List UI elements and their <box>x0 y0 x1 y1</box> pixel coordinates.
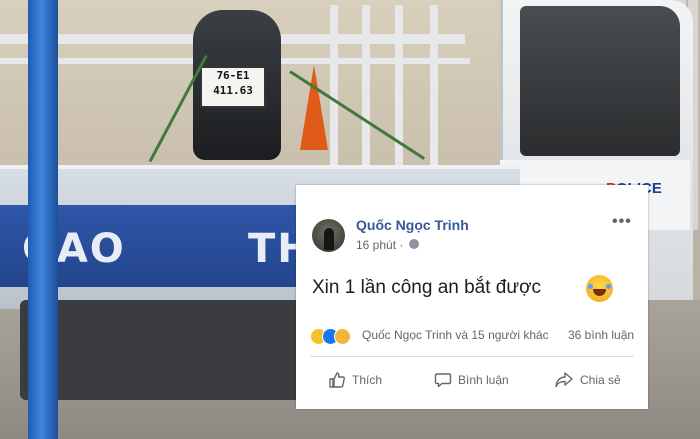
thumbs-up-icon <box>329 372 345 388</box>
share-arrow-icon <box>555 372 573 388</box>
truck-rail-post <box>330 5 338 165</box>
plate-line-2: 411.63 <box>213 84 253 97</box>
reaction-icons[interactable] <box>310 328 370 345</box>
truck-rail-post <box>430 5 438 165</box>
post-timestamp[interactable]: 16 phút · <box>356 238 403 252</box>
like-label: Thích <box>352 373 383 387</box>
license-plate: 76-E1 411.63 <box>200 66 266 108</box>
avatar[interactable] <box>312 219 345 252</box>
globe-icon <box>409 239 419 249</box>
traffic-cone <box>300 65 328 150</box>
blue-pole <box>28 0 58 439</box>
sad-reaction-icon <box>334 328 351 345</box>
more-options-icon[interactable]: ••• <box>612 213 632 231</box>
post-message: Xin 1 lần công an bắt được <box>312 277 542 298</box>
laughing-emoji-icon <box>586 275 613 302</box>
share-button[interactable]: Chia sẻ <box>554 369 621 391</box>
author-name-link[interactable]: Quốc Ngọc Trinh <box>356 217 469 233</box>
share-label: Chia sẻ <box>580 373 621 387</box>
reactions-summary-link[interactable]: Quốc Ngọc Trinh và 15 người khác <box>362 328 549 342</box>
facebook-post-card: Quốc Ngọc Trinh 16 phút · ••• Xin 1 lần … <box>296 185 648 409</box>
comment-button[interactable]: Bình luận <box>434 369 509 391</box>
like-button[interactable]: Thích <box>328 369 382 391</box>
comment-label: Bình luận <box>458 373 509 387</box>
plate-line-1: 76-E1 <box>216 69 250 82</box>
truck-rail-post <box>362 5 370 165</box>
comment-icon <box>434 373 452 388</box>
divider <box>310 356 634 357</box>
truck-cab-window <box>520 6 680 156</box>
comments-count-link[interactable]: 36 bình luận <box>568 328 634 342</box>
